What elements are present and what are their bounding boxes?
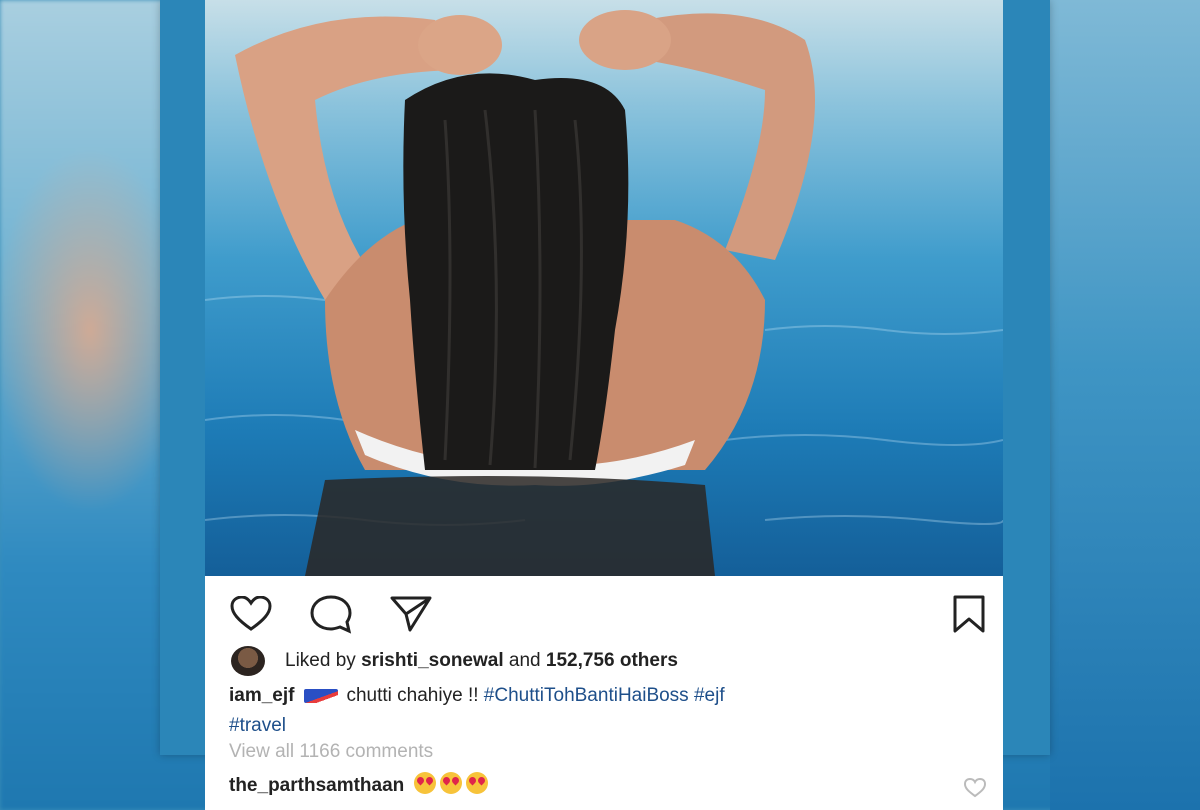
liker-avatar[interactable] [231,646,265,676]
post-actions-bar [205,576,1003,644]
like-button[interactable] [229,592,273,636]
caption-username[interactable]: iam_ejf [229,685,294,706]
likes-summary[interactable]: Liked by srishti_sonewal and 152,756 oth… [231,646,678,676]
heart-eyes-emoji-icon [466,772,489,794]
post-photo[interactable] [205,0,1003,576]
instagram-post: Liked by srishti_sonewal and 152,756 oth… [205,0,1003,810]
save-button[interactable] [947,592,991,636]
blurred-background-right [1050,0,1200,810]
photo-illustration [205,10,1003,576]
liked-by-and: and [508,650,541,671]
send-icon [390,596,432,632]
comment-emojis [410,772,489,800]
post-caption: iam_ejf chutti chahiye !! #ChuttiTohBanti… [229,681,989,741]
comment-icon [310,595,352,634]
liker-username[interactable]: srishti_sonewal [361,650,504,672]
flag-emoji-icon [304,688,339,703]
comment-username[interactable]: the_parthsamthaan [229,775,404,797]
heart-eyes-emoji-icon [440,772,463,794]
view-all-comments-link[interactable]: View all 1166 comments [229,741,433,763]
likes-count[interactable]: 152,756 others [546,650,678,672]
comment-like-heart-icon[interactable] [963,778,987,798]
hashtag[interactable]: #ChuttiTohBantiHaiBoss [484,685,689,706]
share-button[interactable] [389,592,433,636]
heart-icon [230,596,272,631]
comment-row: the_parthsamthaan [229,772,489,800]
comment-button[interactable] [309,592,353,636]
bookmark-icon [953,595,985,633]
liked-by-prefix: Liked by [285,650,356,671]
hashtag[interactable]: #travel [229,715,286,736]
hashtag[interactable]: #ejf [694,685,725,706]
heart-eyes-emoji-icon [414,772,437,794]
caption-text: chutti chahiye !! [346,685,479,706]
